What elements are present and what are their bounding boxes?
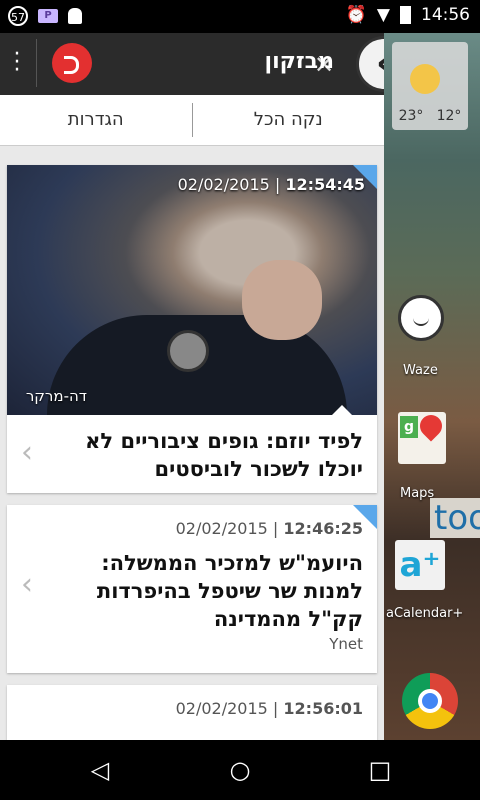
news-time: 12:56:01 xyxy=(283,699,363,718)
header-divider xyxy=(36,39,37,87)
clear-all-tab[interactable]: נקה הכל xyxy=(193,95,385,145)
maps-icon[interactable]: g xyxy=(398,410,447,464)
panel-header: · · · ✕ מבזקון xyxy=(0,33,384,95)
home-screen-background xyxy=(384,33,480,740)
android-icon xyxy=(68,8,82,24)
news-date: 02/02/2015 xyxy=(175,699,268,718)
news-panel: · · · ✕ מבזקון הגדרות נקה הכל 02/02/2015 |… xyxy=(0,33,384,740)
megaphone-icon xyxy=(52,43,92,83)
microphone-icon xyxy=(167,330,209,372)
news-timestamp: 02/02/2015 | 12:46:25 xyxy=(175,519,363,538)
settings-tab[interactable]: הגדרות xyxy=(0,95,192,145)
weather-temps: 23° 12° xyxy=(392,108,468,124)
news-card[interactable]: 02/02/2015 | 12:56:01 xyxy=(7,685,377,740)
news-timestamp: 02/02/2015 | 12:54:45 xyxy=(177,175,365,194)
news-timestamp: 02/02/2015 | 12:56:01 xyxy=(175,699,363,718)
news-date: 02/02/2015 xyxy=(175,519,268,538)
acalendar-icon[interactable]: a⁺ xyxy=(395,540,445,590)
sun-icon xyxy=(410,64,440,94)
photo-notch xyxy=(332,405,352,415)
news-photo: 02/02/2015 | 12:54:45 דה-מרקר xyxy=(7,165,377,415)
alarm-icon: ⏰ xyxy=(345,5,367,25)
panel-title: מבזקון xyxy=(264,49,334,74)
news-card[interactable]: 02/02/2015 | 12:46:25 היועמ"ש למזכיר הממ… xyxy=(7,505,377,673)
news-time: 12:46:25 xyxy=(283,519,363,538)
photo-credit: דה-מרקר xyxy=(25,387,87,405)
notification-p-icon: P xyxy=(38,9,58,23)
waze-icon[interactable] xyxy=(398,295,444,341)
map-pin-icon xyxy=(415,410,447,442)
news-headline: לפיד יוזם: גופים ציבוריים לא יוכלו לשכור… xyxy=(85,429,363,481)
back-nav-icon[interactable]: ◁ xyxy=(85,755,115,785)
temp-high: 23° xyxy=(398,108,424,124)
unread-corner xyxy=(353,165,377,189)
chevron-left-icon[interactable]: ‹ xyxy=(21,435,33,470)
home-nav-icon[interactable]: ○ xyxy=(225,755,255,785)
status-bar: 57 P ⏰ ▼ 14:56 xyxy=(0,0,480,33)
wifi-icon: ▼ xyxy=(376,5,390,25)
overflow-menu-icon[interactable]: · · · xyxy=(10,44,24,82)
recents-nav-icon[interactable]: □ xyxy=(365,755,395,785)
news-date: 02/02/2015 xyxy=(177,175,270,194)
notification-count-badge: 57 xyxy=(8,6,28,26)
action-tabs: הגדרות נקה הכל xyxy=(0,95,384,146)
waze-label: Waze xyxy=(403,363,438,378)
chevron-left-icon[interactable]: ‹ xyxy=(21,567,33,602)
tool-widget[interactable]: too xyxy=(430,498,480,538)
battery-icon xyxy=(400,6,411,24)
clock: 14:56 xyxy=(421,5,470,25)
chrome-icon[interactable] xyxy=(402,673,458,729)
news-card[interactable]: 02/02/2015 | 12:54:45 דה-מרקר לפיד יוזם:… xyxy=(7,165,377,493)
maps-g-icon: g xyxy=(400,416,418,438)
acalendar-label: aCalendar+ xyxy=(386,606,464,621)
news-headline: היועמ"ש למזכיר הממשלה: למנות שר שיטפל בה… xyxy=(96,551,363,631)
navigation-bar: ◁ ○ □ xyxy=(0,740,480,800)
news-source: Ynet xyxy=(329,635,363,653)
photo-hand xyxy=(242,260,322,340)
temp-low: 12° xyxy=(436,108,462,124)
